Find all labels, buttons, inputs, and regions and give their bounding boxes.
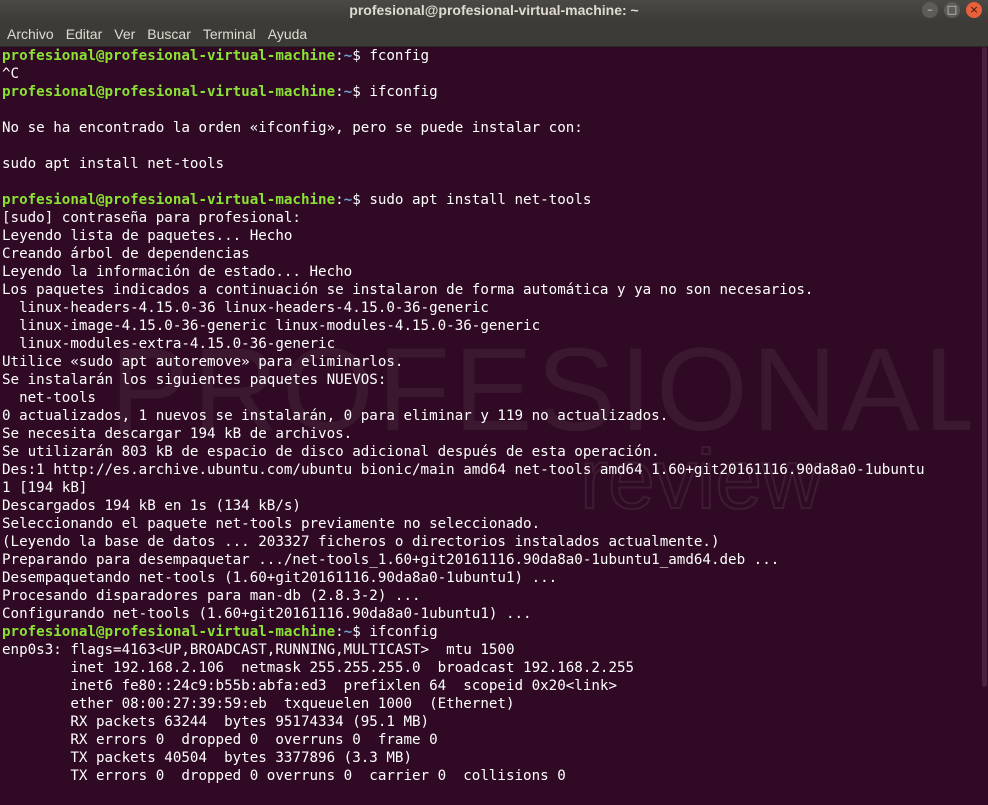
output-line: RX errors 0 dropped 0 overruns 0 frame 0 [2, 732, 438, 748]
output-line: 0 actualizados, 1 nuevos se instalarán, … [2, 408, 669, 424]
output-line: Seleccionando el paquete net-tools previ… [2, 516, 541, 532]
output-line: Se utilizarán 803 kB de espacio de disco… [2, 444, 660, 460]
menu-ayuda[interactable]: Ayuda [261, 22, 312, 46]
output-line: Utilice «sudo apt autoremove» para elimi… [2, 354, 404, 370]
output-line: inet 192.168.2.106 netmask 255.255.255.0… [2, 660, 635, 676]
close-icon[interactable]: × [966, 2, 982, 18]
output-line: inet6 fe80::24c9:b55b:abfa:ed3 prefixlen… [2, 678, 617, 694]
output-line: Procesando disparadores para man-db (2.8… [2, 588, 421, 604]
prompt-directory: ~ [343, 84, 353, 100]
terminal-output[interactable]: profesional@profesional-virtual-machine:… [2, 47, 980, 805]
command-text: ifconfig [369, 84, 438, 100]
output-line: Desempaquetando net-tools (1.60+git20161… [2, 570, 558, 586]
output-line: net-tools [2, 390, 96, 406]
prompt-symbol: $ [352, 84, 370, 100]
output-line: Creando árbol de dependencias [2, 246, 250, 262]
output-line: Preparando para desempaquetar .../net-to… [2, 552, 780, 568]
minimize-icon[interactable]: – [922, 2, 938, 18]
output-line: linux-image-4.15.0-36-generic linux-modu… [2, 318, 541, 334]
output-line: No se ha encontrado la orden «ifconfig»,… [2, 120, 583, 136]
terminal-window: profesional@profesional-virtual-machine:… [0, 0, 988, 805]
output-line: linux-headers-4.15.0-36 linux-headers-4.… [2, 300, 489, 316]
output-line: 1 [194 kB] [2, 480, 88, 496]
prompt-separator: : [335, 84, 344, 100]
output-line: ether 08:00:27:39:59:eb txqueuelen 1000 … [2, 696, 515, 712]
output-line: TX packets 40504 bytes 3377896 (3.3 MB) [2, 750, 412, 766]
window-controls: – □ × [922, 2, 982, 20]
output-line: Des:1 http://es.archive.ubuntu.com/ubunt… [2, 462, 925, 478]
prompt-user-host: profesional@profesional-virtual-machine [2, 48, 336, 64]
menu-bar: Archivo Editar Ver Buscar Terminal Ayuda [0, 22, 988, 47]
command-text: fconfig [369, 48, 430, 64]
prompt-line: profesional@profesional-virtual-machine:… [2, 623, 980, 641]
output-line: ^C [2, 66, 20, 82]
prompt-user-host: profesional@profesional-virtual-machine [2, 192, 336, 208]
scrollbar[interactable] [980, 47, 988, 687]
output-line: Leyendo lista de paquetes... Hecho [2, 228, 293, 244]
output-line: Se necesita descargar 194 kB de archivos… [2, 426, 353, 442]
prompt-user-host: profesional@profesional-virtual-machine [2, 84, 336, 100]
prompt-directory: ~ [343, 48, 353, 64]
prompt-symbol: $ [352, 48, 370, 64]
prompt-symbol: $ [352, 624, 370, 640]
output-line: [sudo] contraseña para profesional: [2, 210, 301, 226]
menu-terminal[interactable]: Terminal [196, 22, 261, 46]
prompt-separator: : [335, 624, 344, 640]
command-text: ifconfig [369, 624, 438, 640]
prompt-line: profesional@profesional-virtual-machine:… [2, 191, 980, 209]
window-title: profesional@profesional-virtual-machine:… [349, 2, 639, 18]
output-line: RX packets 63244 bytes 95174334 (95.1 MB… [2, 714, 430, 730]
menu-editar[interactable]: Editar [59, 22, 108, 46]
prompt-line: profesional@profesional-virtual-machine:… [2, 83, 980, 101]
prompt-symbol: $ [352, 192, 370, 208]
menu-buscar[interactable]: Buscar [140, 22, 196, 46]
menu-ver[interactable]: Ver [107, 22, 140, 46]
output-line: enp0s3: flags=4163<UP,BROADCAST,RUNNING,… [2, 642, 515, 658]
output-line: sudo apt install net-tools [2, 156, 225, 172]
title-bar[interactable]: profesional@profesional-virtual-machine:… [0, 0, 988, 23]
prompt-separator: : [335, 192, 344, 208]
maximize-icon[interactable]: □ [944, 2, 960, 18]
output-line: Leyendo la información de estado... Hech… [2, 264, 353, 280]
prompt-directory: ~ [343, 192, 353, 208]
scrollbar-thumb[interactable] [982, 47, 987, 687]
output-line: Configurando net-tools (1.60+git20161116… [2, 606, 532, 622]
prompt-separator: : [335, 48, 344, 64]
output-line: linux-modules-extra-4.15.0-36-generic [2, 336, 336, 352]
prompt-directory: ~ [343, 624, 353, 640]
prompt-line: profesional@profesional-virtual-machine:… [2, 47, 980, 65]
menu-archivo[interactable]: Archivo [0, 22, 59, 46]
command-text: sudo apt install net-tools [369, 192, 592, 208]
output-line: Descargados 194 kB en 1s (134 kB/s) [2, 498, 301, 514]
output-line: (Leyendo la base de datos ... 203327 fic… [2, 534, 720, 550]
output-line: Los paquetes indicados a continuación se… [2, 282, 814, 298]
output-line: TX errors 0 dropped 0 overruns 0 carrier… [2, 768, 566, 784]
prompt-user-host: profesional@profesional-virtual-machine [2, 624, 336, 640]
output-line: Se instalarán los siguientes paquetes NU… [2, 372, 387, 388]
